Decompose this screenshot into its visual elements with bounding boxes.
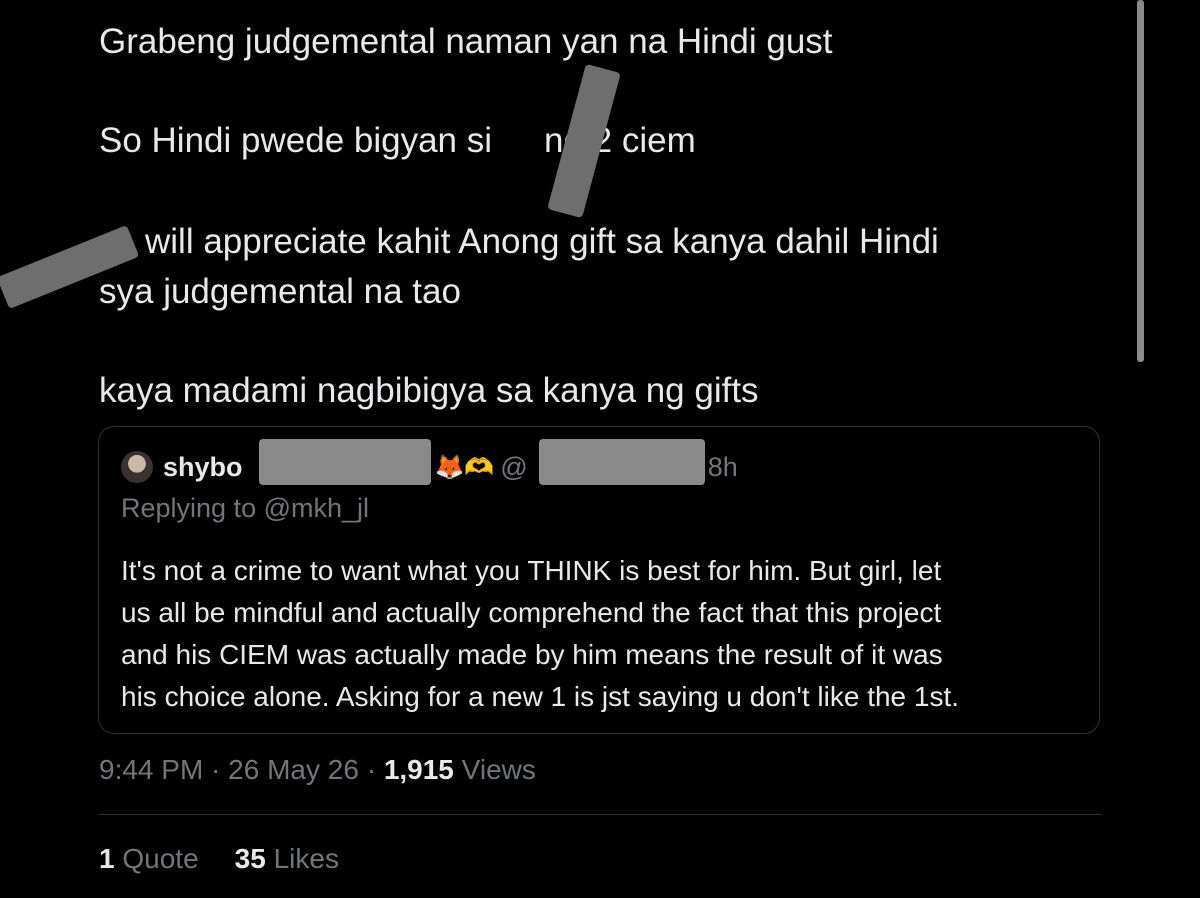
- author-emoji: 🦊🫶: [434, 453, 495, 481]
- tweet-text-line: sya judgemental na tao: [99, 272, 461, 311]
- quoted-tweet-time[interactable]: 8h: [708, 452, 738, 483]
- redaction-mark: [539, 439, 705, 485]
- divider: [99, 814, 1102, 815]
- likes-label: Likes: [273, 843, 339, 874]
- quotes-link[interactable]: 1 Quote: [99, 843, 199, 874]
- tweet-meta: 9:44 PM · 26 May 26 · 1,915 Views: [99, 754, 536, 786]
- meta-separator: ·: [203, 754, 229, 785]
- tweet-text-fragment: So Hindi pwede bigyan si: [99, 121, 493, 160]
- tweet-time[interactable]: 9:44 PM: [99, 754, 203, 785]
- quoted-author-name[interactable]: shybo: [163, 452, 243, 483]
- tweet-detail-page: Grabeng judgemental naman yan na Hindi g…: [0, 0, 1200, 898]
- quotes-count: 1: [99, 843, 115, 874]
- tweet-date[interactable]: 26 May 26: [228, 754, 359, 785]
- quotes-label: Quote: [122, 843, 199, 874]
- avatar[interactable]: [121, 451, 153, 483]
- quoted-tweet-text: It's not a crime to want what you THINK …: [121, 550, 1091, 718]
- quoted-text-line: and his CIEM was actually made by him me…: [121, 639, 943, 670]
- likes-count: 35: [234, 843, 266, 874]
- engagement-stats: 1 Quote 35 Likes: [99, 843, 339, 875]
- quoted-text-line: his choice alone. Asking for a new 1 is …: [121, 681, 960, 712]
- tweet-text-line: will appreciate kahit Anong gift sa kany…: [145, 222, 939, 261]
- scrollbar[interactable]: [1137, 0, 1144, 362]
- likes-link[interactable]: 35 Likes: [235, 843, 339, 874]
- tweet-text-line: kaya madami nagbibigya sa kanya ng gifts: [99, 371, 759, 410]
- tweet-text-line: Grabeng judgemental naman yan na Hindi g…: [99, 22, 833, 61]
- views-count: 1,915: [383, 754, 454, 785]
- quoted-author-handle[interactable]: @: [500, 452, 527, 483]
- meta-separator: ·: [358, 754, 384, 785]
- quoted-tweet-card[interactable]: shybo 🦊🫶 @ 8h Replying to @mkh_jl It's n…: [98, 426, 1100, 734]
- replying-to-label[interactable]: Replying to @mkh_jl: [121, 493, 369, 524]
- redaction-mark: [259, 439, 431, 485]
- quoted-text-line: us all be mindful and actually comprehen…: [121, 597, 942, 628]
- views-label: Views: [461, 754, 536, 785]
- quoted-text-line: It's not a crime to want what you THINK …: [121, 555, 942, 586]
